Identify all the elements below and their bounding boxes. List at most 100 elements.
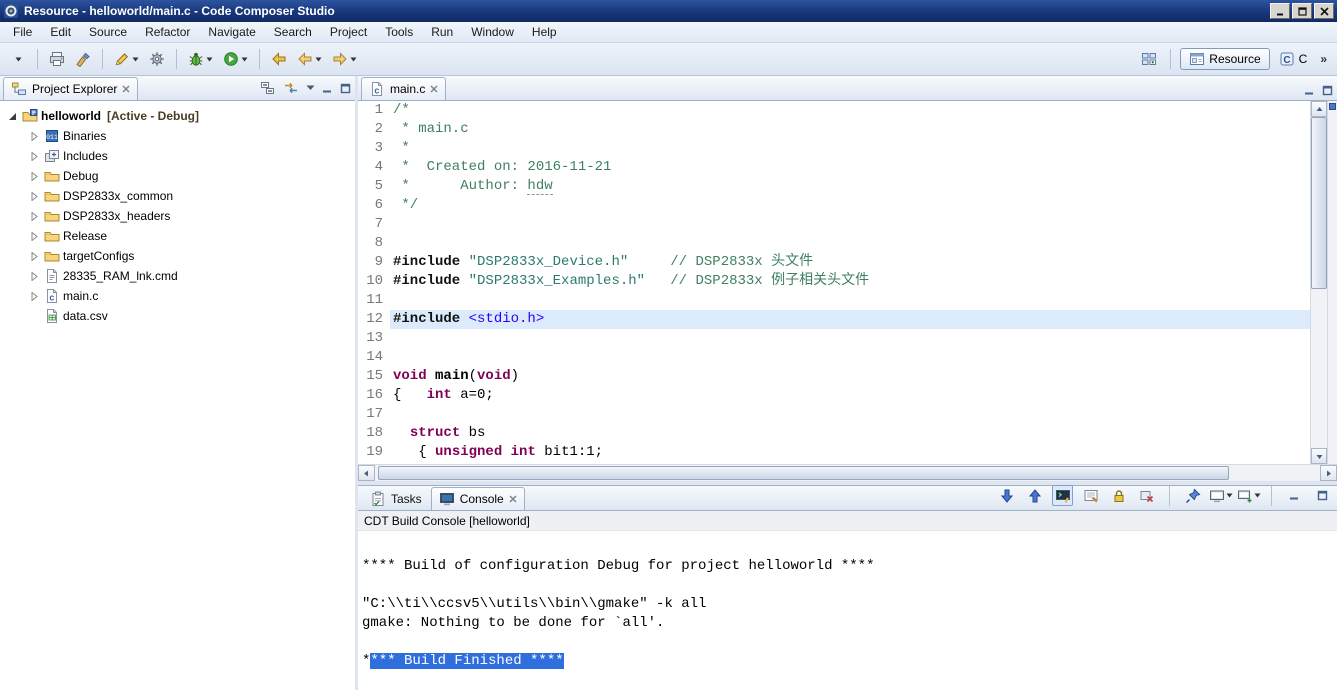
minimize-window-button[interactable] <box>1270 3 1290 19</box>
menu-project[interactable]: Project <box>321 23 376 41</box>
tree-item-targetconfigs[interactable]: targetConfigs <box>0 246 355 266</box>
back-history-button[interactable] <box>293 47 326 71</box>
scroll-down-button[interactable] <box>1311 448 1327 464</box>
run-button[interactable] <box>219 47 252 71</box>
code-line[interactable]: 11 <box>358 291 1310 310</box>
project-explorer-tab[interactable]: Project Explorer <box>3 77 139 100</box>
code-line[interactable]: 2 * main.c <box>358 120 1310 139</box>
expander-closed-icon[interactable] <box>27 251 42 261</box>
code-line[interactable]: 10 #include "DSP2833x_Examples.h" // DSP2… <box>358 272 1310 291</box>
tree-item-dsp2833x-common[interactable]: DSP2833x_common <box>0 186 355 206</box>
expander-closed-icon[interactable] <box>27 151 42 161</box>
menu-edit[interactable]: Edit <box>41 23 80 41</box>
debug-button[interactable] <box>184 47 217 71</box>
console-output[interactable]: **** Build of configuration Debug for pr… <box>358 531 1337 690</box>
line-number[interactable]: 15 <box>358 367 390 386</box>
maximize-view-button[interactable] <box>340 83 351 94</box>
menu-file[interactable]: File <box>4 23 41 41</box>
line-number[interactable]: 9 <box>358 253 390 272</box>
tree-item-helloworld[interactable]: helloworld [Active - Debug] <box>0 106 355 126</box>
print-button[interactable] <box>45 47 69 71</box>
code-line[interactable]: 8 <box>358 234 1310 253</box>
expander-closed-icon[interactable] <box>27 171 42 181</box>
hscroll-track[interactable] <box>375 465 1320 481</box>
close-window-button[interactable] <box>1314 3 1334 19</box>
editor-tab-main-c[interactable]: c main.c <box>361 77 447 100</box>
terminal-button[interactable] <box>1052 485 1073 506</box>
settings-button[interactable] <box>145 47 169 71</box>
code-line[interactable]: 17 <box>358 405 1310 424</box>
line-number[interactable]: 14 <box>358 348 390 367</box>
annotation-marker[interactable] <box>1329 103 1336 110</box>
expander-closed-icon[interactable] <box>27 131 42 141</box>
maximize-console-button[interactable] <box>1312 485 1333 506</box>
show-console-on-output-button[interactable] <box>996 485 1017 506</box>
code-line[interactable]: 14 <box>358 348 1310 367</box>
line-number[interactable]: 8 <box>358 234 390 253</box>
code-line[interactable]: 13 <box>358 329 1310 348</box>
tree-item-data-csv[interactable]: data.csv <box>0 306 355 326</box>
close-tab-icon[interactable] <box>509 495 517 503</box>
menu-run[interactable]: Run <box>422 23 462 41</box>
line-number[interactable]: 17 <box>358 405 390 424</box>
c-perspective-button[interactable]: C C <box>1274 49 1313 69</box>
clear-console-button[interactable] <box>1080 485 1101 506</box>
tree-item-debug[interactable]: Debug <box>0 166 355 186</box>
line-number[interactable]: 7 <box>358 215 390 234</box>
menu-refactor[interactable]: Refactor <box>136 23 199 41</box>
line-number[interactable]: 11 <box>358 291 390 310</box>
minimize-editor-button[interactable] <box>1304 85 1315 96</box>
line-number[interactable]: 1 <box>358 101 390 120</box>
expander-closed-icon[interactable] <box>27 191 42 201</box>
menu-window[interactable]: Window <box>462 23 523 41</box>
expander-closed-icon[interactable] <box>27 291 42 301</box>
line-number[interactable]: 4 <box>358 158 390 177</box>
display-console-button[interactable] <box>1209 485 1232 506</box>
back-button[interactable] <box>267 47 291 71</box>
menu-source[interactable]: Source <box>80 23 136 41</box>
line-number[interactable]: 19 <box>358 443 390 462</box>
minimize-view-button[interactable] <box>322 83 333 94</box>
view-menu-button[interactable] <box>306 85 315 91</box>
tree-item-release[interactable]: Release <box>0 226 355 246</box>
resource-perspective-button[interactable]: Resource <box>1180 48 1270 70</box>
tree-item-includes[interactable]: Includes <box>0 146 355 166</box>
edit-button[interactable] <box>110 47 143 71</box>
scroll-left-button[interactable] <box>358 465 375 481</box>
tree-item-28335-ram-lnk-cmd[interactable]: 28335_RAM_lnk.cmd <box>0 266 355 286</box>
menu-help[interactable]: Help <box>523 23 566 41</box>
link-with-editor-button[interactable] <box>283 80 299 96</box>
line-number[interactable]: 18 <box>358 424 390 443</box>
remove-console-button[interactable] <box>1136 485 1157 506</box>
scroll-lock-button[interactable] <box>1108 485 1129 506</box>
code-line[interactable]: 19 { unsigned int bit1:1; <box>358 443 1310 462</box>
code-line[interactable]: 4 * Created on: 2016-11-21 <box>358 158 1310 177</box>
forward-history-button[interactable] <box>328 47 361 71</box>
tree-item-dsp2833x-headers[interactable]: DSP2833x_headers <box>0 206 355 226</box>
expander-closed-icon[interactable] <box>27 211 42 221</box>
pin-console-button[interactable] <box>1182 485 1203 506</box>
show-console-on-error-button[interactable] <box>1024 485 1045 506</box>
vscroll-track[interactable] <box>1311 117 1327 448</box>
menu-navigate[interactable]: Navigate <box>199 23 264 41</box>
line-number[interactable]: 2 <box>358 120 390 139</box>
hscroll-thumb[interactable] <box>378 466 1229 480</box>
expander-closed-icon[interactable] <box>27 231 42 241</box>
line-number[interactable]: 12 <box>358 310 390 329</box>
code-line[interactable]: 16{ int a=0; <box>358 386 1310 405</box>
maximize-editor-button[interactable] <box>1322 85 1333 96</box>
line-number[interactable]: 5 <box>358 177 390 196</box>
editor-vscrollbar[interactable] <box>1310 101 1327 464</box>
minimize-console-button[interactable] <box>1284 485 1305 506</box>
restore-window-button[interactable] <box>1292 3 1312 19</box>
tree-item-binaries[interactable]: 011 Binaries <box>0 126 355 146</box>
code-line[interactable]: 18 struct bs <box>358 424 1310 443</box>
open-perspective-button[interactable] <box>1137 47 1161 71</box>
menu-search[interactable]: Search <box>265 23 321 41</box>
new-button[interactable] <box>6 47 30 71</box>
line-number[interactable]: 16 <box>358 386 390 405</box>
perspective-overflow-chevron[interactable]: » <box>1316 52 1331 66</box>
menu-tools[interactable]: Tools <box>376 23 422 41</box>
code-line[interactable]: 9 #include "DSP2833x_Device.h" // DSP2833… <box>358 253 1310 272</box>
code-line[interactable]: 1/* <box>358 101 1310 120</box>
